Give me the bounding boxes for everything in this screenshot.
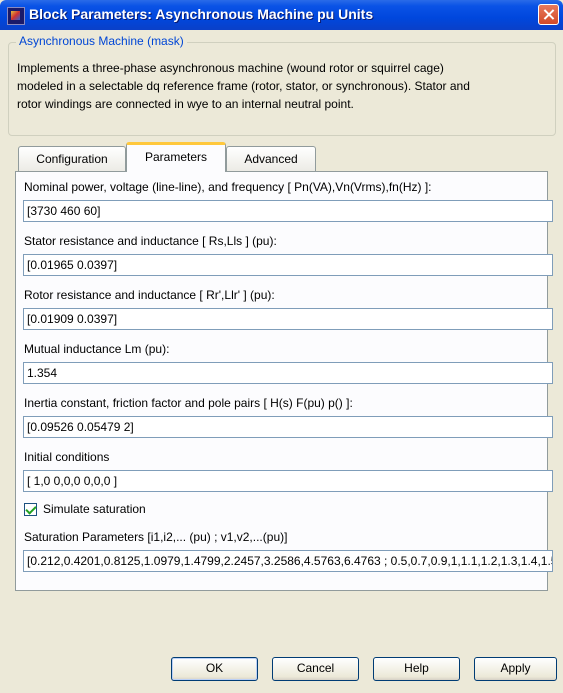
- dialog-window: Block Parameters: Asynchronous Machine p…: [0, 0, 563, 693]
- help-button[interactable]: Help: [373, 657, 460, 681]
- tab-parameters[interactable]: Parameters: [126, 142, 226, 172]
- saturation-params-label: Saturation Parameters [i1,i2,... (pu) ; …: [24, 530, 288, 544]
- ok-button[interactable]: OK: [171, 657, 258, 681]
- simulate-saturation-label: Simulate saturation: [43, 502, 146, 516]
- simulate-saturation-checkbox[interactable]: [24, 503, 37, 516]
- group-title: Asynchronous Machine (mask): [16, 34, 187, 48]
- inertia-params-field[interactable]: [0.09526 0.05479 2]: [23, 416, 553, 438]
- mutual-inductance-field[interactable]: 1.354: [23, 362, 553, 384]
- apply-button[interactable]: Apply: [474, 657, 557, 681]
- simulink-block-icon: [7, 7, 25, 25]
- stator-params-field[interactable]: [0.01965 0.0397]: [23, 254, 553, 276]
- rotor-params-label: Rotor resistance and inductance [ Rr',Ll…: [24, 288, 275, 302]
- tab-advanced[interactable]: Advanced: [226, 146, 316, 171]
- window-title: Block Parameters: Asynchronous Machine p…: [29, 6, 374, 22]
- nominal-params-label: Nominal power, voltage (line-line), and …: [24, 180, 432, 194]
- inertia-params-label: Inertia constant, friction factor and po…: [24, 396, 353, 410]
- stator-params-label: Stator resistance and inductance [ Rs,Ll…: [24, 234, 277, 248]
- initial-conditions-field[interactable]: [ 1,0 0,0,0 0,0,0 ]: [23, 470, 553, 492]
- tab-configuration[interactable]: Configuration: [18, 146, 126, 171]
- mutual-inductance-label: Mutual inductance Lm (pu):: [24, 342, 170, 356]
- title-bar[interactable]: Block Parameters: Asynchronous Machine p…: [0, 0, 563, 30]
- initial-conditions-label: Initial conditions: [24, 450, 110, 464]
- saturation-params-field[interactable]: [0.212,0.4201,0.8125,1.0979,1.4799,2.245…: [23, 550, 553, 572]
- rotor-params-field[interactable]: [0.01909 0.0397]: [23, 308, 553, 330]
- mask-description: Implements a three-phase asynchronous ma…: [17, 59, 547, 113]
- close-button[interactable]: [538, 4, 559, 25]
- description-line: rotor windings are connected in wye to a…: [17, 97, 354, 111]
- description-line: Implements a three-phase asynchronous ma…: [17, 61, 444, 75]
- cancel-button[interactable]: Cancel: [272, 657, 359, 681]
- nominal-params-field[interactable]: [3730 460 60]: [23, 200, 553, 222]
- description-line: modeled in a selectable dq reference fra…: [17, 79, 470, 93]
